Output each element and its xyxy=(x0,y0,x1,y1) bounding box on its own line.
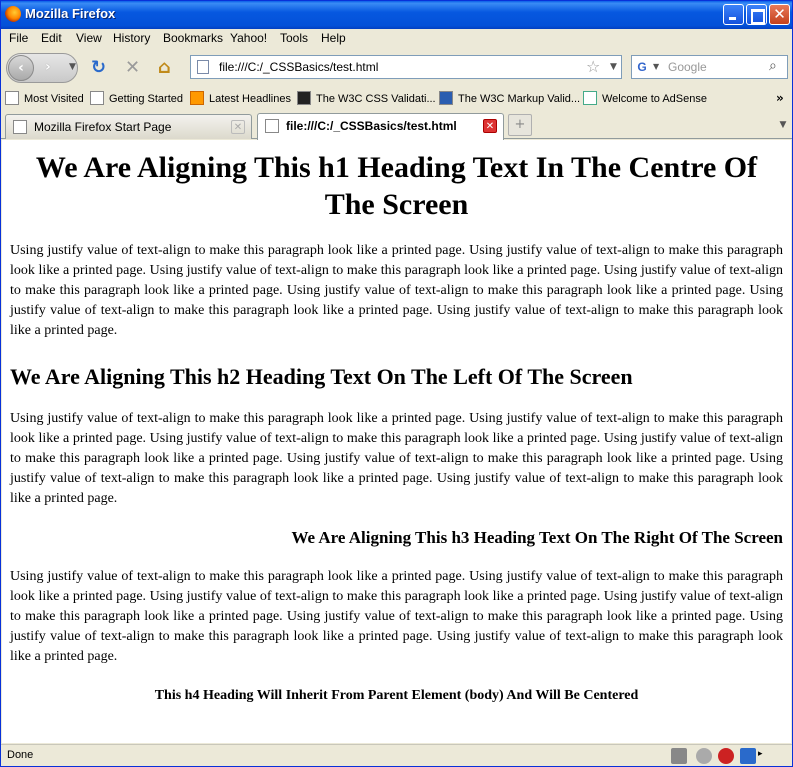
tab-close-icon[interactable]: ✕ xyxy=(483,119,497,133)
menu-view[interactable]: View xyxy=(76,31,102,45)
paragraph-3: Using justify value of text-align to mak… xyxy=(10,569,783,664)
menu-bookmarks[interactable]: Bookmarks xyxy=(163,31,223,45)
bookmark-label: Getting Started xyxy=(109,93,183,105)
tab-list-icon[interactable]: ▼ xyxy=(776,114,790,136)
block-icon[interactable] xyxy=(718,748,734,764)
bookmarks-overflow-icon[interactable]: » xyxy=(776,91,784,105)
paragraph-1: Using justify value of text-align to mak… xyxy=(10,243,783,338)
google-engine-icon[interactable]: G xyxy=(635,60,649,74)
minimize-button[interactable] xyxy=(723,4,744,25)
page-content: We Are Aligning This h1 Heading Text In … xyxy=(2,140,791,743)
url-dropdown-icon[interactable]: ▼ xyxy=(610,62,617,72)
navigation-toolbar: ‹ › ▼ ↻ ✕ ⌂ file:///C:/_CSSBasics/test.h… xyxy=(1,48,792,87)
close-window-button[interactable]: ✕ xyxy=(769,4,790,25)
heading-h1: We Are Aligning This h1 Heading Text In … xyxy=(35,151,758,221)
bookmark-w3c-markup[interactable]: The W3C Markup Valid... xyxy=(439,91,580,107)
status-bar: Done ▸ xyxy=(1,744,792,766)
minimize-icon xyxy=(724,5,743,24)
extension-icon[interactable] xyxy=(740,748,756,764)
addon-icon[interactable] xyxy=(671,748,687,764)
heading-h4: This h4 Heading Will Inherit From Parent… xyxy=(154,688,639,703)
close-icon: ✕ xyxy=(773,5,786,23)
w3c-icon xyxy=(439,91,453,105)
w3c-css-icon xyxy=(297,91,311,105)
history-dropdown-icon[interactable]: ▼ xyxy=(69,62,76,72)
title-bar: Mozilla Firefox ✕ xyxy=(1,1,792,29)
bookmark-star-icon[interactable]: ☆ xyxy=(586,57,600,76)
bookmark-label: The W3C Markup Valid... xyxy=(458,93,581,105)
bookmarks-toolbar: Most Visited Getting Started Latest Head… xyxy=(1,88,792,110)
browser-window: Mozilla Firefox ✕ File Edit View History… xyxy=(0,0,793,767)
stop-icon[interactable]: ✕ xyxy=(125,57,140,78)
maximize-button[interactable] xyxy=(746,4,767,25)
tab-strip: Mozilla Firefox Start Page ✕ file:///C:/… xyxy=(1,111,792,140)
menu-edit[interactable]: Edit xyxy=(41,31,62,45)
bookmark-w3c-css[interactable]: The W3C CSS Validati... xyxy=(297,91,436,107)
maximize-icon xyxy=(747,5,766,24)
home-icon[interactable]: ⌂ xyxy=(158,57,171,78)
engine-dropdown-icon[interactable]: ▼ xyxy=(653,62,659,71)
page-icon xyxy=(90,91,104,105)
menu-file[interactable]: File xyxy=(9,31,28,45)
bookmark-label: The W3C CSS Validati... xyxy=(316,93,436,105)
search-input[interactable]: Google xyxy=(668,60,707,74)
url-input[interactable]: file:///C:/_CSSBasics/test.html xyxy=(219,60,378,74)
url-bar[interactable]: file:///C:/_CSSBasics/test.html ☆ ▼ xyxy=(190,55,622,79)
firefox-logo-icon xyxy=(5,6,21,22)
page-icon xyxy=(265,119,279,133)
menu-history[interactable]: History xyxy=(113,31,150,45)
bookmark-label: Welcome to AdSense xyxy=(602,93,707,105)
bookmark-label: Most Visited xyxy=(24,93,84,105)
tab-label: Mozilla Firefox Start Page xyxy=(34,120,172,134)
window-title: Mozilla Firefox xyxy=(25,6,116,21)
bookmark-most-visited[interactable]: Most Visited xyxy=(5,91,84,107)
new-tab-button[interactable]: + xyxy=(508,114,532,136)
menu-bar: File Edit View History Bookmarks Yahoo! … xyxy=(1,29,792,48)
bookmark-label: Latest Headlines xyxy=(209,93,291,105)
tab-close-icon[interactable]: ✕ xyxy=(231,120,245,134)
tab-start-page[interactable]: Mozilla Firefox Start Page ✕ xyxy=(5,114,252,139)
bookmark-adsense[interactable]: Welcome to AdSense xyxy=(583,91,707,107)
yslow-icon[interactable] xyxy=(696,748,712,764)
heading-h3: We Are Aligning This h3 Heading Text On … xyxy=(291,528,783,547)
bookmark-latest-headlines[interactable]: Latest Headlines xyxy=(190,91,291,107)
google-icon xyxy=(583,91,597,105)
search-icon[interactable]: ⌕ xyxy=(769,58,777,74)
tab-label: file:///C:/_CSSBasics/test.html xyxy=(286,119,457,133)
reload-icon[interactable]: ↻ xyxy=(91,57,106,78)
back-forward-group: ‹ › ▼ xyxy=(6,53,78,83)
heading-h2: We Are Aligning This h2 Heading Text On … xyxy=(10,364,633,389)
status-text: Done xyxy=(7,749,34,761)
search-bar[interactable]: G ▼ Google ⌕ xyxy=(631,55,788,79)
menu-yahoo[interactable]: Yahoo! xyxy=(230,31,267,45)
folder-icon xyxy=(5,91,19,105)
back-button[interactable]: ‹ xyxy=(8,55,34,81)
paragraph-2: Using justify value of text-align to mak… xyxy=(10,411,783,506)
page-icon xyxy=(197,60,209,74)
status-menu-icon[interactable]: ▸ xyxy=(758,749,763,759)
bookmark-getting-started[interactable]: Getting Started xyxy=(90,91,183,107)
menu-tools[interactable]: Tools xyxy=(280,31,308,45)
tab-test-html[interactable]: file:///C:/_CSSBasics/test.html ✕ xyxy=(257,113,504,140)
rss-icon xyxy=(190,91,204,105)
menu-help[interactable]: Help xyxy=(321,31,346,45)
google-icon xyxy=(13,120,27,134)
forward-button[interactable]: › xyxy=(45,59,51,75)
